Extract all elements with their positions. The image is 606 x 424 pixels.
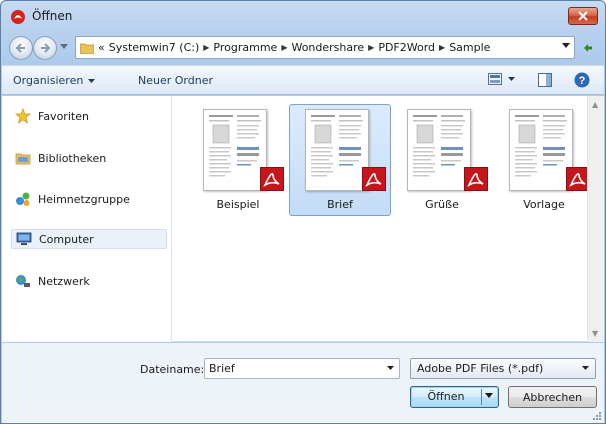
navigation-pane[interactable]: Favoriten Bibliotheken Heimnetzgruppe Co… xyxy=(2,96,172,342)
view-icon xyxy=(488,73,502,85)
star-icon xyxy=(15,108,31,124)
breadcrumb-drive[interactable]: Systemwin7 (C:) xyxy=(109,41,200,54)
file-item-gruesse[interactable]: Grüße xyxy=(391,104,493,216)
pdf-thumbnail xyxy=(509,109,573,191)
document-preview-icon xyxy=(515,115,567,177)
command-bar: Organisieren Neuer Ordner ? xyxy=(2,65,604,95)
sidebar-item-netzwerk[interactable]: Netzwerk xyxy=(11,271,167,291)
file-item-beispiel[interactable]: Beispiel xyxy=(187,104,289,216)
open-dialog: Öffnen « Systemwin7 (C:) ▶ Programme ▶ W… xyxy=(0,0,606,424)
file-list[interactable]: Beispiel Brief Grüße Vorlage ▲ ▼ xyxy=(173,96,604,342)
dialog-footer: Dateiname: Adobe PDF Files (*.pdf) Öffne… xyxy=(2,343,604,423)
filename-input[interactable] xyxy=(206,360,382,377)
chevron-down-icon xyxy=(508,77,515,81)
breadcrumb-separator-icon[interactable]: ▶ xyxy=(203,43,209,52)
breadcrumb-separator-icon[interactable]: ▶ xyxy=(439,43,445,52)
filetype-select[interactable]: Adobe PDF Files (*.pdf) xyxy=(410,358,596,379)
pdf-thumbnail xyxy=(305,109,369,191)
cancel-button[interactable]: Abbrechen xyxy=(508,386,597,408)
file-name: Grüße xyxy=(425,198,459,211)
folder-icon xyxy=(80,43,94,54)
document-preview-icon xyxy=(413,115,465,177)
file-name: Brief xyxy=(327,198,353,211)
sidebar-item-label: Bibliotheken xyxy=(38,151,107,165)
back-arrow-icon xyxy=(15,43,25,53)
back-button[interactable] xyxy=(9,36,33,60)
new-folder-button[interactable]: Neuer Ordner xyxy=(138,74,213,87)
address-bar[interactable]: « Systemwin7 (C:) ▶ Programme ▶ Wondersh… xyxy=(75,36,575,59)
sidebar-item-label: Favoriten xyxy=(38,109,89,123)
close-icon xyxy=(578,11,588,21)
pdf-thumbnail xyxy=(203,109,267,191)
chevron-down-icon[interactable] xyxy=(387,366,394,370)
library-icon xyxy=(15,153,31,165)
new-folder-label: Neuer Ordner xyxy=(138,74,213,87)
breadcrumb-separator-icon[interactable]: ▶ xyxy=(368,43,374,52)
resize-grip-icon[interactable] xyxy=(592,411,602,421)
refresh-icon xyxy=(584,43,592,52)
split-divider xyxy=(481,389,482,405)
forward-arrow-icon xyxy=(41,43,51,53)
pdf-icon xyxy=(362,167,386,191)
organize-button[interactable]: Organisieren xyxy=(13,74,96,87)
document-preview-icon xyxy=(209,115,261,177)
svg-text:?: ? xyxy=(579,75,586,87)
sidebar-item-bibliotheken[interactable]: Bibliotheken xyxy=(11,148,167,168)
breadcrumb-overflow[interactable]: « xyxy=(98,41,105,54)
breadcrumb-wondershare[interactable]: Wondershare xyxy=(291,41,364,54)
address-dropdown-icon[interactable] xyxy=(562,43,570,48)
app-icon xyxy=(11,10,25,24)
filename-combobox[interactable] xyxy=(204,358,400,379)
file-item-vorlage[interactable]: Vorlage xyxy=(493,104,595,216)
file-item-brief[interactable]: Brief xyxy=(289,104,391,216)
navigation-row: « Systemwin7 (C:) ▶ Programme ▶ Wondersh… xyxy=(7,35,599,61)
recent-pages-icon[interactable] xyxy=(60,44,68,50)
sidebar-item-computer[interactable]: Computer xyxy=(11,229,167,249)
chevron-down-icon xyxy=(88,78,96,83)
file-name: Vorlage xyxy=(523,198,565,211)
network-icon xyxy=(16,275,30,287)
change-view-button[interactable] xyxy=(488,73,515,85)
open-button[interactable]: Öffnen xyxy=(410,386,499,408)
open-button-label: Öffnen xyxy=(427,390,465,403)
filename-label: Dateiname: xyxy=(140,363,205,376)
preview-pane-icon[interactable] xyxy=(538,73,552,87)
sidebar-item-label: Heimnetzgruppe xyxy=(38,192,130,206)
close-button[interactable] xyxy=(568,7,598,25)
breadcrumb-pdf2word[interactable]: PDF2Word xyxy=(378,41,435,54)
content-area: Favoriten Bibliotheken Heimnetzgruppe Co… xyxy=(2,96,604,342)
file-name: Beispiel xyxy=(216,198,260,211)
sidebar-item-favoriten[interactable]: Favoriten xyxy=(11,106,167,126)
organize-label: Organisieren xyxy=(13,74,84,87)
breadcrumb-programme[interactable]: Programme xyxy=(213,41,277,54)
vertical-scrollbar[interactable]: ▲ ▼ xyxy=(587,96,604,342)
filetype-value: Adobe PDF Files (*.pdf) xyxy=(417,362,544,375)
sidebar-item-label: Netzwerk xyxy=(38,274,90,288)
computer-icon xyxy=(16,232,32,245)
breadcrumb-separator-icon[interactable]: ▶ xyxy=(281,43,287,52)
pdf-icon xyxy=(464,167,488,191)
document-preview-icon xyxy=(311,115,363,177)
title-bar[interactable]: Öffnen xyxy=(1,1,605,31)
pdf-thumbnail xyxy=(407,109,471,191)
pdf-icon xyxy=(260,167,284,191)
sidebar-item-label: Computer xyxy=(39,232,94,246)
open-options-icon[interactable] xyxy=(485,393,493,398)
homegroup-icon xyxy=(16,192,30,206)
scroll-down-icon[interactable]: ▼ xyxy=(592,329,598,338)
scroll-up-icon[interactable]: ▲ xyxy=(592,100,598,109)
sidebar-item-heimnetzgruppe[interactable]: Heimnetzgruppe xyxy=(11,189,167,209)
help-icon[interactable]: ? xyxy=(574,72,590,88)
window-title: Öffnen xyxy=(32,9,73,23)
refresh-button[interactable] xyxy=(578,36,598,59)
forward-button[interactable] xyxy=(33,36,57,60)
breadcrumb-sample[interactable]: Sample xyxy=(449,41,490,54)
chevron-down-icon xyxy=(582,366,589,370)
